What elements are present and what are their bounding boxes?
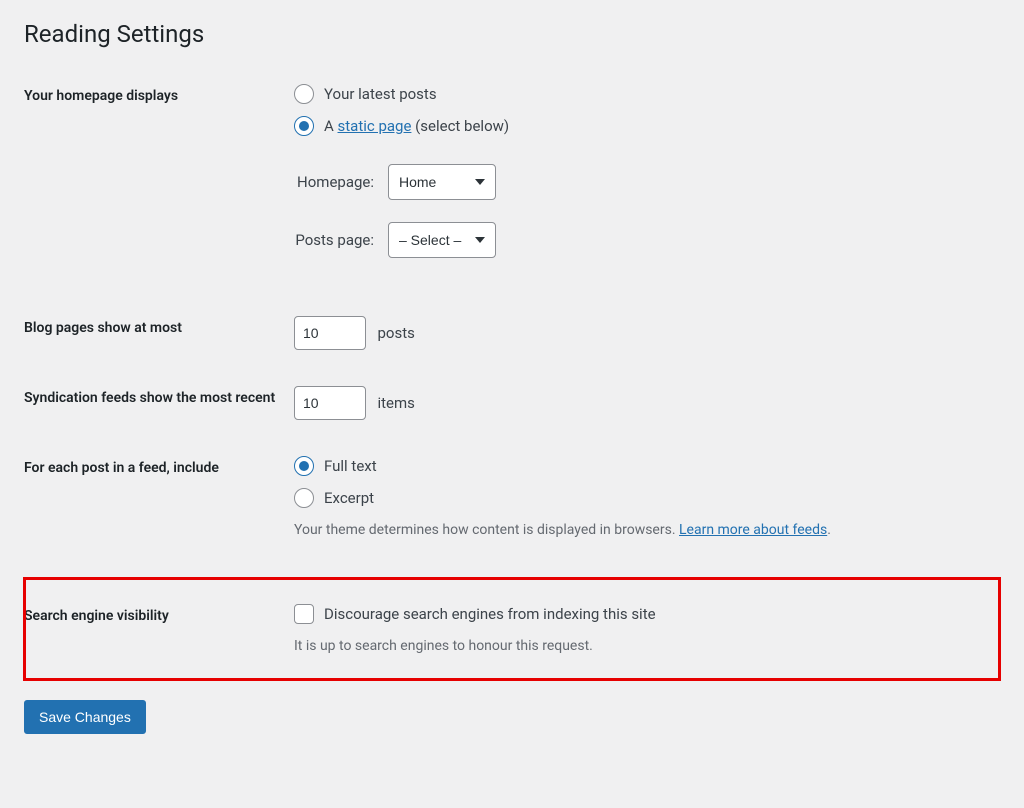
search-visibility-highlight: Search engine visibility Discourage sear… [24,578,1000,680]
blog-pages-label: Blog pages show at most [24,300,294,370]
excerpt-label: Excerpt [324,489,374,507]
syndication-input[interactable] [294,386,366,420]
latest-posts-label: Your latest posts [324,85,437,103]
syndication-unit: items [377,394,414,412]
discourage-label: Discourage search engines from indexing … [324,605,656,623]
feed-description: Your theme determines how content is dis… [294,522,990,538]
search-visibility-description: It is up to search engines to honour thi… [294,638,990,654]
page-title: Reading Settings [24,10,1000,68]
posts-page-select-label: Posts page: [294,231,388,249]
static-page-link[interactable]: static page [338,117,412,135]
excerpt-radio[interactable] [294,488,314,508]
static-page-label: A static page (select below) [324,117,509,135]
save-button[interactable]: Save Changes [24,700,146,734]
blog-pages-input[interactable] [294,316,366,350]
homepage-displays-label: Your homepage displays [24,68,294,300]
homepage-select[interactable]: Home [388,164,496,200]
blog-pages-unit: posts [377,324,414,342]
full-text-label: Full text [324,457,377,475]
latest-posts-radio[interactable] [294,84,314,104]
homepage-select-label: Homepage: [294,173,388,191]
syndication-label: Syndication feeds show the most recent [24,370,294,440]
posts-page-select[interactable]: – Select – [388,222,496,258]
learn-more-feeds-link[interactable]: Learn more about feeds [679,522,827,538]
full-text-radio[interactable] [294,456,314,476]
static-page-radio[interactable] [294,116,314,136]
feed-include-label: For each post in a feed, include [24,440,294,558]
discourage-checkbox[interactable] [294,604,314,624]
search-visibility-label: Search engine visibility [24,578,294,680]
